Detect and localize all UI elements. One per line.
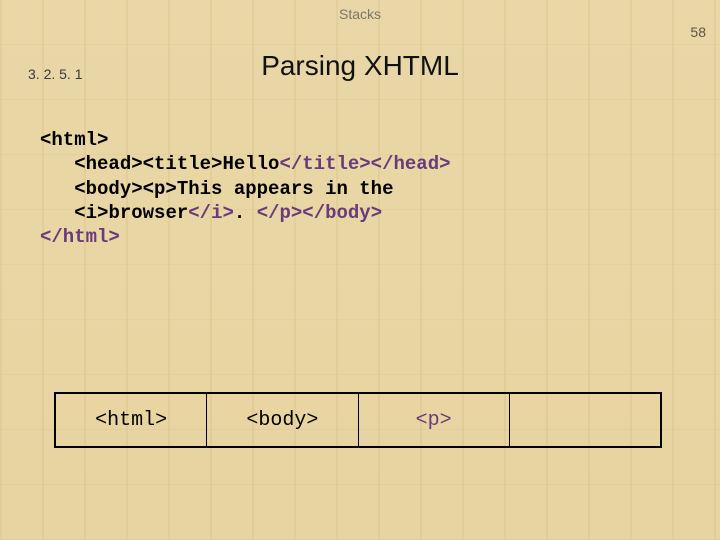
code-indent [40, 202, 74, 224]
header-topic: Stacks [0, 6, 720, 22]
code-text: Hello [222, 153, 279, 175]
code-tag-open: <html> [40, 129, 108, 151]
code-indent [40, 153, 74, 175]
code-tag-close: </p></body> [257, 202, 382, 224]
code-tag-close: </title></head> [279, 153, 450, 175]
stack-row: <html> <body> <p> [54, 392, 662, 448]
stack-cell: <p> [359, 394, 510, 446]
code-tag-open: <head><title> [74, 153, 222, 175]
code-tag-open: <i> [74, 202, 108, 224]
page-number: 58 [690, 24, 706, 40]
code-tag-open: <body><p> [74, 178, 177, 200]
code-tag-close: </html> [40, 226, 120, 248]
slide-title: Parsing XHTML [0, 50, 720, 82]
stack-cell [510, 394, 660, 446]
code-text: . [234, 202, 257, 224]
code-block: <html> <head><title>Hello</title></head>… [40, 128, 680, 250]
stack-cell: <html> [56, 394, 207, 446]
code-text: This appears in the [177, 178, 394, 200]
code-text: browser [108, 202, 188, 224]
stack-cell: <body> [207, 394, 358, 446]
code-indent [40, 178, 74, 200]
code-tag-close: </i> [188, 202, 234, 224]
